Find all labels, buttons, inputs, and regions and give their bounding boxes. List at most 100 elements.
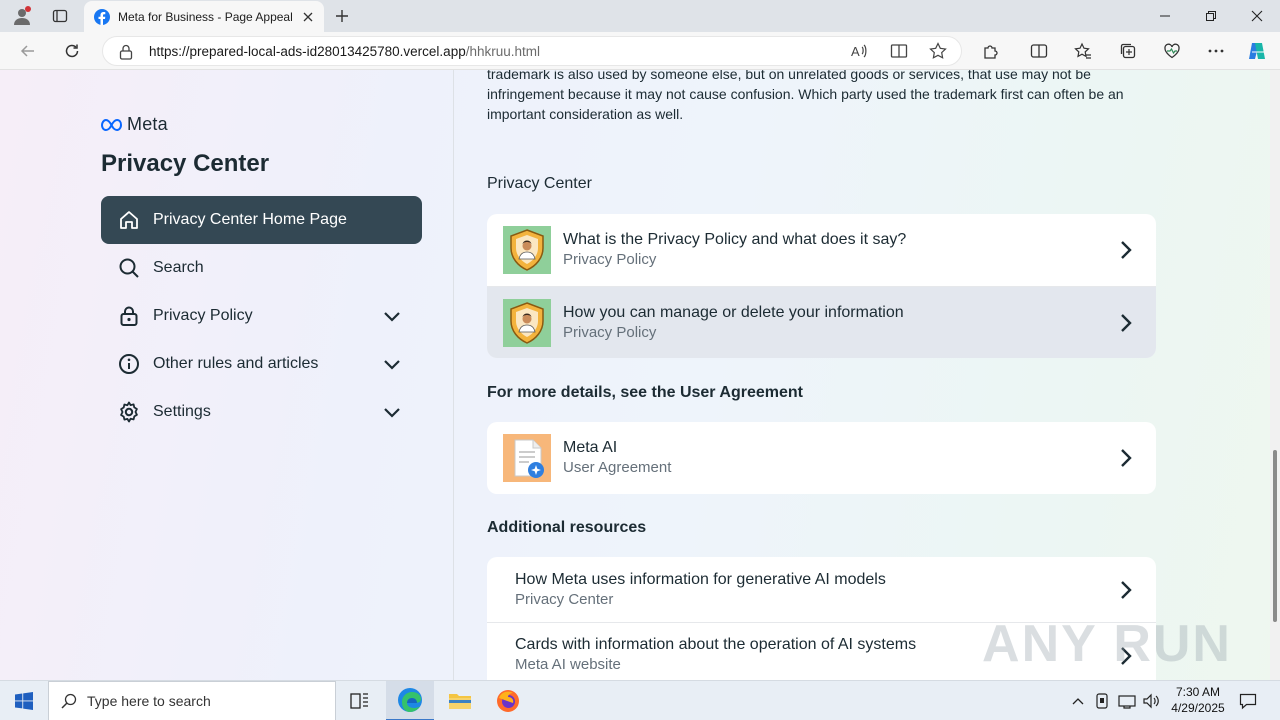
copilot-icon — [1249, 43, 1265, 59]
refresh-button[interactable] — [57, 36, 87, 66]
chevron-down-icon[interactable] — [380, 400, 404, 424]
nav-item-privacy-policy[interactable]: Privacy Policy — [101, 292, 422, 340]
url-path: /hhkruu.html — [465, 44, 541, 59]
tab-title: Meta for Business - Page Appeal — [118, 9, 293, 24]
list-item-subtitle: Meta AI website — [515, 656, 621, 673]
tray-device-icon[interactable] — [1092, 681, 1112, 720]
list-item[interactable]: What is the Privacy Policy and what does… — [487, 214, 1156, 286]
tab-actions-icon — [52, 9, 68, 23]
list-item-text: Cards with information about the operati… — [515, 635, 916, 675]
notifications-button[interactable] — [1236, 681, 1260, 720]
taskbar-edge[interactable] — [386, 681, 434, 720]
list-item-subtitle: User Agreement — [563, 459, 672, 476]
taskbar-clock[interactable]: 7:30 AM 4/29/2025 — [1162, 684, 1234, 716]
close-icon — [1251, 10, 1263, 22]
nav-label: Privacy Center Home Page — [153, 211, 347, 228]
start-button[interactable] — [0, 681, 48, 720]
list-item[interactable]: Meta AI User Agreement — [487, 422, 1156, 494]
address-bar-row: https://prepared-local-ads-id28013425780… — [0, 32, 1280, 70]
home-icon — [117, 208, 141, 232]
collections-button[interactable] — [1117, 40, 1139, 62]
scrollbar-thumb[interactable] — [1273, 450, 1277, 622]
restore-icon — [1206, 11, 1216, 21]
list-item[interactable]: How you can manage or delete your inform… — [487, 286, 1156, 358]
collections-icon — [1120, 43, 1136, 59]
list-item-subtitle: Privacy Policy — [563, 251, 657, 268]
browser-essentials-button[interactable] — [1161, 40, 1183, 62]
section-heading: Additional resources — [487, 519, 647, 536]
notification-icon — [1239, 693, 1257, 710]
chevron-right-icon — [1121, 314, 1132, 332]
shield-person-icon — [503, 298, 551, 347]
tray-overflow-button[interactable] — [1068, 681, 1088, 720]
tray-volume-icon[interactable] — [1140, 681, 1162, 720]
browser-tab-active[interactable]: Meta for Business - Page Appeal — [84, 1, 324, 32]
split-screen-button[interactable] — [1028, 40, 1050, 62]
chevron-down-icon[interactable] — [380, 352, 404, 376]
clock-time: 7:30 AM — [1175, 685, 1221, 699]
svg-text:A: A — [851, 44, 860, 59]
list-item-title: Cards with information about the operati… — [515, 636, 917, 653]
privacy-center-card: What is the Privacy Policy and what does… — [487, 214, 1156, 358]
task-view-button[interactable] — [336, 681, 384, 720]
profile-button[interactable] — [4, 0, 40, 32]
chevron-right-icon — [1121, 449, 1132, 467]
privacy-center-title: Privacy Center — [101, 150, 270, 177]
nav-item-search[interactable]: Search — [101, 244, 422, 292]
nav-item-other-rules[interactable]: Other rules and articles — [101, 340, 422, 388]
list-item-title: What is the Privacy Policy and what does… — [563, 231, 907, 248]
browser-tab-bar: Meta for Business - Page Appeal — [0, 0, 1280, 32]
user-agreement-card: Meta AI User Agreement — [487, 422, 1156, 494]
meta-logo[interactable]: Meta — [101, 114, 168, 135]
nav-item-settings[interactable]: Settings — [101, 388, 422, 436]
taskbar-search[interactable]: Type here to search — [48, 681, 336, 720]
profile-icon — [14, 6, 31, 25]
nav-item-home[interactable]: Privacy Center Home Page — [101, 196, 422, 244]
heartbeat-icon — [1164, 43, 1180, 59]
tray-network-icon[interactable] — [1116, 681, 1138, 720]
close-window-button[interactable] — [1234, 0, 1280, 32]
section-heading: Privacy Center — [487, 175, 592, 192]
close-tab-icon[interactable] — [302, 11, 314, 23]
facebook-icon — [94, 8, 110, 25]
list-item-title: How Meta uses information for generative… — [515, 570, 886, 588]
back-button[interactable] — [13, 36, 43, 66]
nav-label: Privacy Policy — [153, 307, 253, 324]
extensions-button[interactable] — [980, 40, 1002, 62]
immersive-reader-button[interactable] — [888, 40, 910, 62]
read-aloud-icon: A — [851, 44, 867, 59]
favorite-button[interactable] — [927, 40, 949, 62]
speaker-icon — [1143, 693, 1159, 709]
list-item[interactable]: How Meta uses information for generative… — [487, 557, 1156, 622]
lock-icon — [117, 304, 141, 328]
meta-infinity-icon — [101, 118, 123, 131]
copilot-button[interactable] — [1246, 40, 1268, 62]
search-icon — [61, 693, 77, 709]
tab-actions-button[interactable] — [42, 0, 78, 32]
document-ai-icon — [503, 434, 551, 482]
chevron-down-icon[interactable] — [380, 304, 404, 328]
restore-button[interactable] — [1188, 0, 1234, 32]
anyrun-watermark: ANY RUN — [982, 615, 1232, 673]
plus-icon — [336, 10, 348, 22]
url-text: https://prepared-local-ads-id28013425780… — [149, 44, 540, 59]
list-item-text: How you can manage or delete your inform… — [563, 303, 904, 343]
page-scrollbar[interactable] — [1270, 70, 1280, 680]
star-icon — [929, 42, 947, 59]
favorites-button[interactable] — [1072, 40, 1094, 62]
task-view-icon — [350, 693, 368, 709]
back-arrow-icon — [20, 45, 34, 57]
ellipsis-icon — [1208, 49, 1224, 53]
new-tab-button[interactable] — [330, 4, 354, 28]
chevron-up-icon — [1072, 698, 1084, 705]
taskbar-firefox[interactable] — [484, 681, 532, 720]
list-item-text: How Meta uses information for generative… — [515, 570, 886, 610]
taskbar-file-explorer[interactable] — [436, 681, 484, 720]
minimize-button[interactable] — [1142, 0, 1188, 32]
meta-brand-text: Meta — [127, 114, 168, 134]
device-icon — [1096, 693, 1108, 709]
read-aloud-button[interactable]: A — [848, 40, 870, 62]
more-menu-button[interactable] — [1205, 40, 1227, 62]
clock-date: 4/29/2025 — [1171, 701, 1225, 715]
url-field[interactable]: https://prepared-local-ads-id28013425780… — [102, 36, 962, 66]
